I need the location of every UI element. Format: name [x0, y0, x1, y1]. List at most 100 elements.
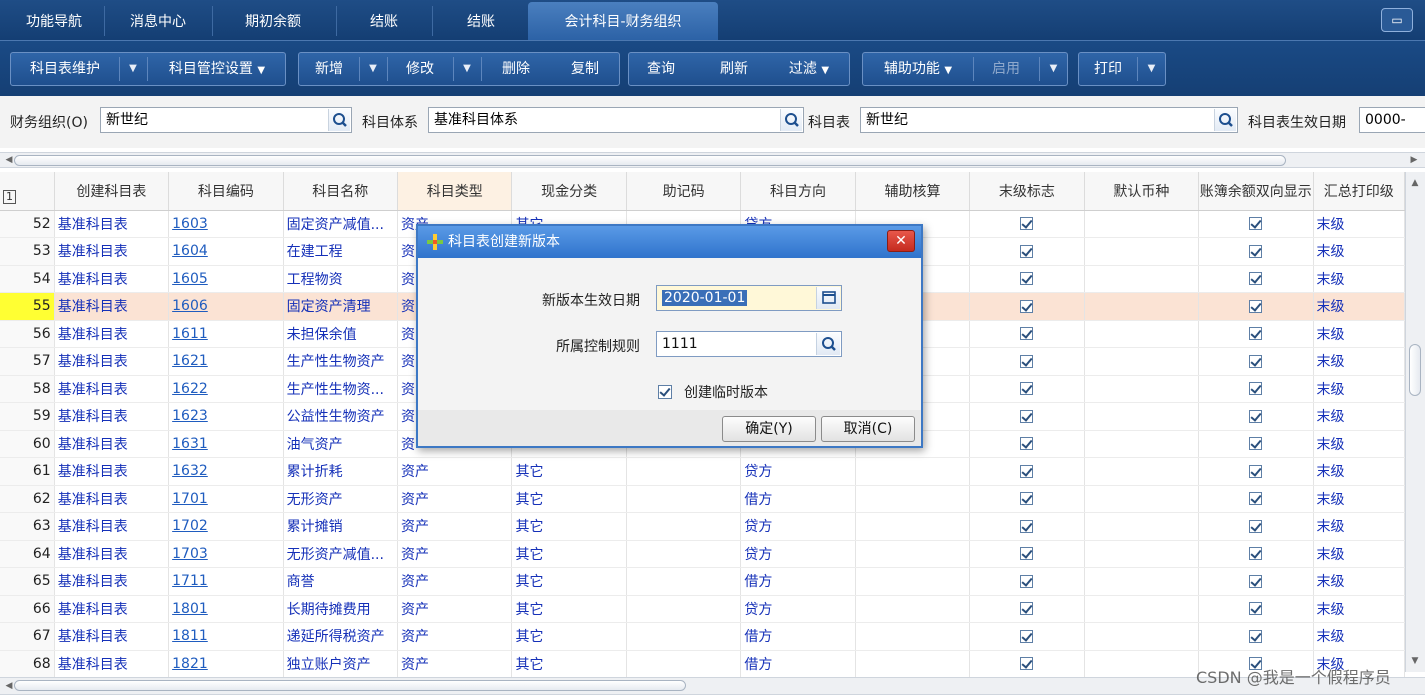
cell-print-level[interactable]: 末级 [1313, 512, 1405, 541]
cell-leaf-flag[interactable] [969, 265, 1085, 293]
table-row[interactable]: 64 基准科目表 1703 无形资产减值... 资产 其它 贷方 末级 [0, 540, 1405, 568]
cell-print-level[interactable]: 末级 [1313, 347, 1405, 376]
cell-type[interactable]: 资产 [397, 457, 513, 486]
refresh-button[interactable]: 刷新 [701, 53, 767, 85]
row-number[interactable]: 60 [0, 430, 55, 458]
cell-dual-balance[interactable] [1198, 457, 1314, 486]
checkbox-checked-icon[interactable] [1249, 437, 1263, 451]
cell-aux-accounting[interactable] [855, 595, 971, 623]
checkbox-checked-icon[interactable] [1020, 299, 1034, 313]
checkbox-checked-icon[interactable] [1249, 409, 1263, 423]
checkbox-checked-icon[interactable] [1020, 547, 1034, 561]
cell-name[interactable]: 独立账户资产 [283, 650, 399, 677]
cell-aux-accounting[interactable] [855, 512, 971, 541]
cell-name[interactable]: 生产性生物资... [283, 375, 399, 403]
tab-opening-balance[interactable]: 期初余额 [214, 0, 332, 40]
checkbox-checked-icon[interactable] [1020, 464, 1034, 478]
col-header-dual-balance[interactable]: 账簿余额双向显示 [1198, 172, 1314, 211]
cell-code[interactable]: 1632 [168, 457, 284, 486]
cell-print-level[interactable]: 末级 [1313, 292, 1405, 321]
cell-print-level[interactable]: 末级 [1313, 485, 1405, 513]
cell-print-level[interactable]: 末级 [1313, 540, 1405, 568]
cell-direction[interactable]: 借方 [740, 650, 856, 677]
cell-default-currency[interactable] [1084, 540, 1200, 568]
table-row[interactable]: 67 基准科目表 1811 递延所得税资产 资产 其它 借方 末级 [0, 622, 1405, 651]
col-header-default-currency[interactable]: 默认币种 [1084, 172, 1200, 211]
cell-leaf-flag[interactable] [969, 237, 1085, 266]
cell-create-table[interactable]: 基准科目表 [54, 347, 170, 376]
checkbox-checked-icon[interactable] [1249, 327, 1263, 341]
cell-create-table[interactable]: 基准科目表 [54, 512, 170, 541]
cell-print-level[interactable]: 末级 [1313, 402, 1405, 431]
row-number[interactable]: 63 [0, 512, 55, 541]
cell-code[interactable]: 1631 [168, 430, 284, 458]
cell-dual-balance[interactable] [1198, 595, 1314, 623]
cell-cash-class[interactable]: 其它 [511, 485, 627, 513]
cell-create-table[interactable]: 基准科目表 [54, 402, 170, 431]
cell-create-table[interactable]: 基准科目表 [54, 237, 170, 266]
row-number[interactable]: 67 [0, 622, 55, 651]
cell-print-level[interactable]: 末级 [1313, 210, 1405, 238]
chevron-down-icon[interactable]: ▼ [1040, 53, 1067, 85]
cell-aux-accounting[interactable] [855, 650, 971, 677]
cell-dual-balance[interactable] [1198, 402, 1314, 431]
cell-mnemonic[interactable] [626, 567, 742, 596]
add-button[interactable]: 新增 [299, 53, 359, 85]
cell-direction[interactable]: 贷方 [740, 512, 856, 541]
cell-name[interactable]: 油气资产 [283, 430, 399, 458]
col-header-leaf-flag[interactable]: 末级标志 [969, 172, 1085, 211]
cell-code[interactable]: 1702 [168, 512, 284, 541]
select-all-corner[interactable]: 1 [0, 172, 55, 211]
table-row[interactable]: 63 基准科目表 1702 累计摊销 资产 其它 贷方 末级 [0, 512, 1405, 541]
cell-aux-accounting[interactable] [855, 622, 971, 651]
cell-name[interactable]: 商誉 [283, 567, 399, 596]
row-number[interactable]: 62 [0, 485, 55, 513]
checkbox-checked-icon[interactable] [1249, 217, 1263, 231]
chevron-down-icon[interactable]: ▼ [454, 53, 480, 85]
checkbox-checked-icon[interactable] [1020, 657, 1034, 671]
cell-create-table[interactable]: 基准科目表 [54, 210, 170, 238]
cell-cash-class[interactable]: 其它 [511, 512, 627, 541]
cell-default-currency[interactable] [1084, 430, 1200, 458]
cell-cash-class[interactable]: 其它 [511, 622, 627, 651]
cell-print-level[interactable]: 末级 [1313, 595, 1405, 623]
cell-code[interactable]: 1606 [168, 292, 284, 321]
cell-mnemonic[interactable] [626, 595, 742, 623]
cell-create-table[interactable]: 基准科目表 [54, 622, 170, 651]
calendar-icon[interactable] [816, 287, 840, 309]
row-number[interactable]: 66 [0, 595, 55, 623]
cell-dual-balance[interactable] [1198, 512, 1314, 541]
cell-print-level[interactable]: 末级 [1313, 237, 1405, 266]
cell-print-level[interactable]: 末级 [1313, 375, 1405, 403]
checkbox-checked-icon[interactable] [1020, 217, 1034, 231]
search-icon[interactable] [328, 109, 350, 131]
cell-default-currency[interactable] [1084, 650, 1200, 677]
cell-code[interactable]: 1623 [168, 402, 284, 431]
cell-default-currency[interactable] [1084, 375, 1200, 403]
cell-default-currency[interactable] [1084, 210, 1200, 238]
checkbox-checked-icon[interactable] [1249, 354, 1263, 368]
cell-create-table[interactable]: 基准科目表 [54, 485, 170, 513]
cell-create-table[interactable]: 基准科目表 [54, 540, 170, 568]
row-number[interactable]: 55 [0, 292, 55, 321]
checkbox-checked-icon[interactable] [1020, 629, 1034, 643]
cell-name[interactable]: 未担保余值 [283, 320, 399, 348]
cell-direction[interactable]: 贷方 [740, 457, 856, 486]
cell-direction[interactable]: 贷方 [740, 540, 856, 568]
cell-dual-balance[interactable] [1198, 375, 1314, 403]
row-number[interactable]: 64 [0, 540, 55, 568]
cell-print-level[interactable]: 末级 [1313, 430, 1405, 458]
cell-code[interactable]: 1603 [168, 210, 284, 238]
cell-mnemonic[interactable] [626, 622, 742, 651]
cell-create-table[interactable]: 基准科目表 [54, 595, 170, 623]
cell-mnemonic[interactable] [626, 650, 742, 677]
cell-code[interactable]: 1811 [168, 622, 284, 651]
vertical-scrollbar[interactable]: ▲ ▼ [1405, 172, 1425, 672]
checkbox-checked-icon[interactable] [1020, 327, 1034, 341]
table-row[interactable]: 66 基准科目表 1801 长期待摊费用 资产 其它 贷方 末级 [0, 595, 1405, 623]
cell-type[interactable]: 资产 [397, 512, 513, 541]
checkbox-checked-icon[interactable] [1249, 547, 1263, 561]
cell-default-currency[interactable] [1084, 512, 1200, 541]
cell-create-table[interactable]: 基准科目表 [54, 265, 170, 293]
cancel-button[interactable]: 取消(C) [821, 416, 915, 442]
